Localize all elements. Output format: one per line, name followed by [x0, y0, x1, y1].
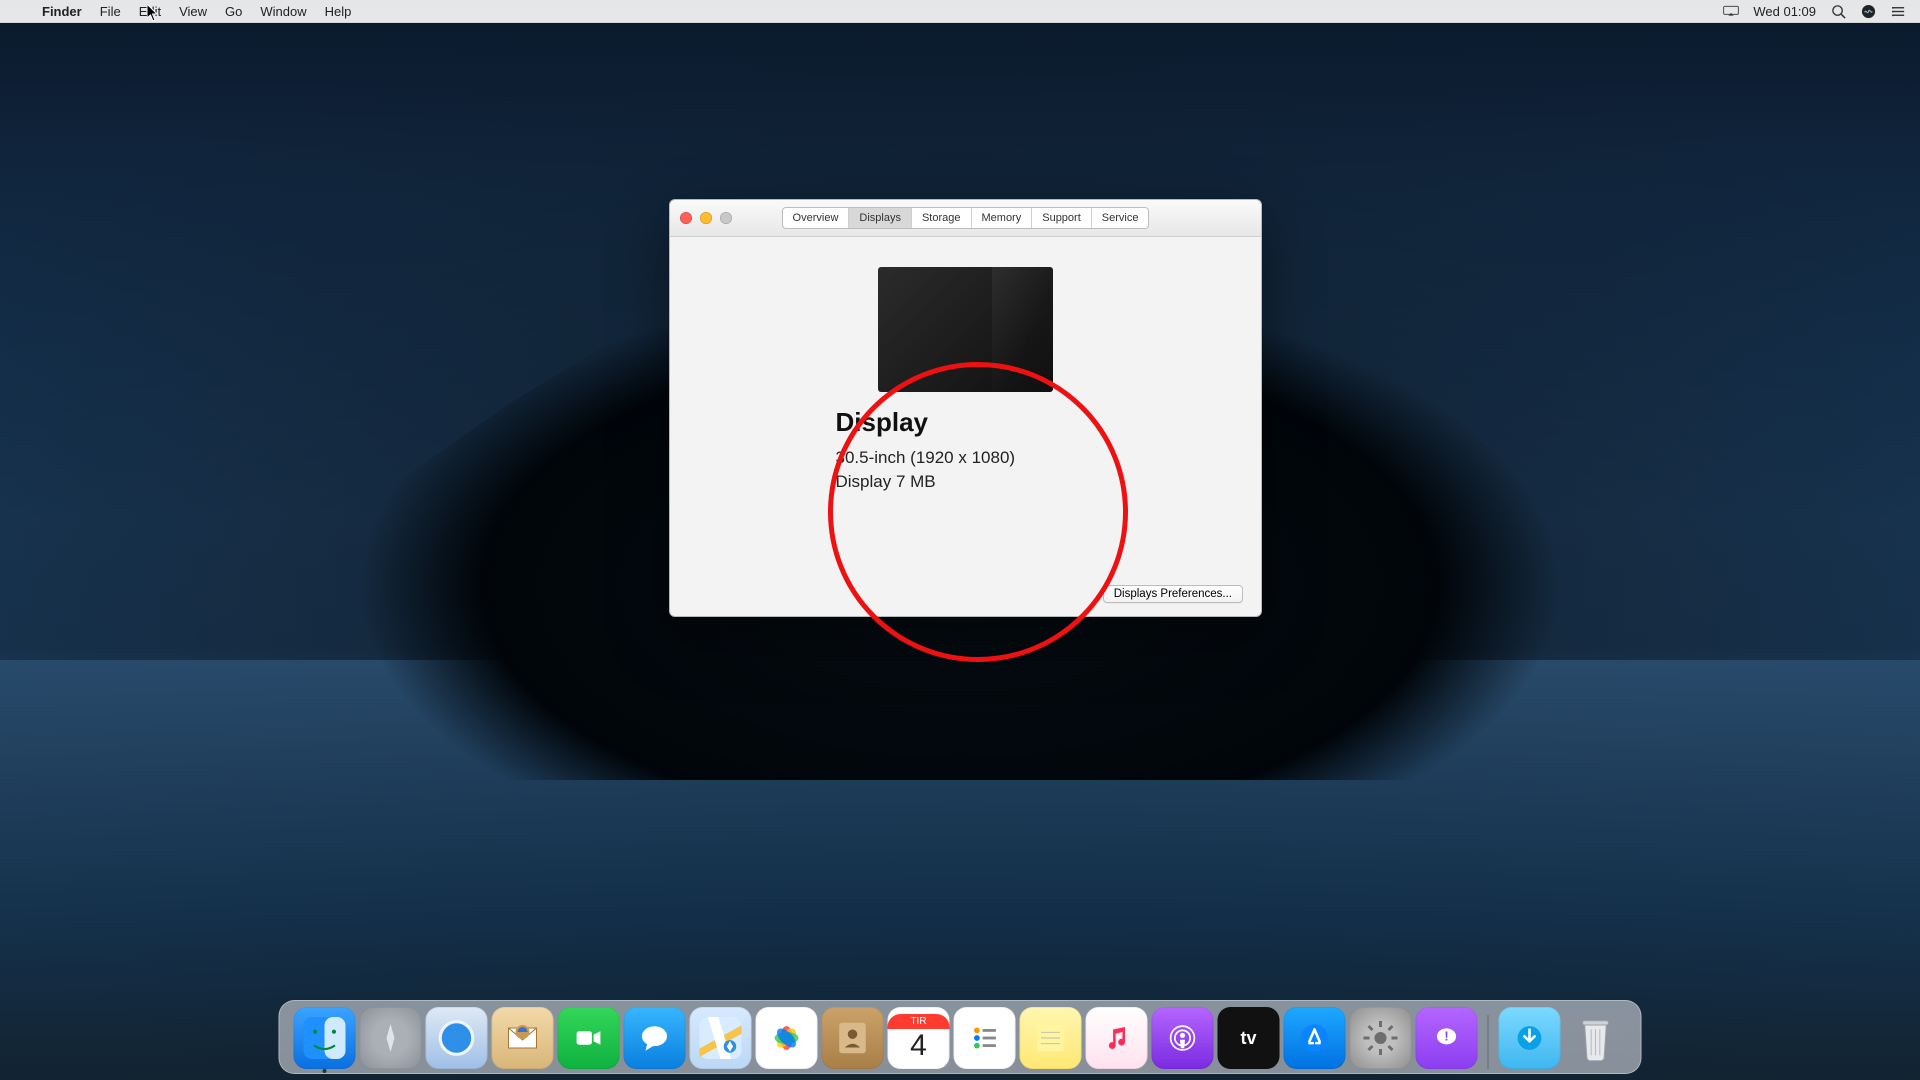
displays-preferences-button[interactable]: Displays Preferences... [1103, 585, 1243, 603]
siri-icon[interactable] [1860, 3, 1876, 19]
dock-app-facetime[interactable] [558, 1007, 620, 1069]
screen-mirroring-icon[interactable] [1723, 3, 1739, 19]
menu-view[interactable]: View [170, 4, 216, 19]
dock-app-notes[interactable] [1020, 1007, 1082, 1069]
display-spec: 30.5-inch (1920 x 1080) [836, 448, 1096, 468]
dock-app-tv[interactable]: tv [1218, 1007, 1280, 1069]
menu-file[interactable]: File [91, 4, 130, 19]
menubar-clock[interactable]: Wed 01:09 [1753, 4, 1816, 19]
dock-app-messages[interactable] [624, 1007, 686, 1069]
dock-downloads-stack[interactable] [1499, 1007, 1561, 1069]
calendar-day-number: 4 [910, 1029, 927, 1063]
menubar: Finder File Edit View Go Window Help Wed… [0, 0, 1920, 23]
window-close-button[interactable] [680, 212, 692, 224]
tab-displays[interactable]: Displays [849, 208, 912, 228]
dock: TIR 4 tv ! [279, 1000, 1642, 1074]
window-titlebar[interactable]: Overview Displays Storage Memory Support… [670, 200, 1261, 237]
dock-app-music[interactable] [1086, 1007, 1148, 1069]
dock-app-finder[interactable] [294, 1007, 356, 1069]
dock-trash[interactable] [1565, 1007, 1627, 1069]
notification-center-icon[interactable] [1890, 3, 1906, 19]
svg-text:!: ! [1444, 1028, 1448, 1043]
display-info-block: Display 30.5-inch (1920 x 1080) Display … [836, 407, 1096, 496]
dock-app-podcasts[interactable] [1152, 1007, 1214, 1069]
tab-overview[interactable]: Overview [783, 208, 850, 228]
about-this-mac-window: Overview Displays Storage Memory Support… [669, 199, 1262, 617]
dock-app-feedback-assistant[interactable]: ! [1416, 1007, 1478, 1069]
dock-app-system-preferences[interactable] [1350, 1007, 1412, 1069]
display-vram: Display 7 MB [836, 472, 1096, 492]
dock-app-reminders[interactable] [954, 1007, 1016, 1069]
dock-app-photos[interactable] [756, 1007, 818, 1069]
display-title: Display [836, 407, 1096, 438]
menubar-app-name[interactable]: Finder [33, 4, 91, 19]
dock-app-appstore[interactable] [1284, 1007, 1346, 1069]
window-minimize-button[interactable] [700, 212, 712, 224]
spotlight-search-icon[interactable] [1830, 3, 1846, 19]
window-tabs: Overview Displays Storage Memory Support… [782, 207, 1150, 229]
dock-separator [1488, 1015, 1489, 1069]
tab-storage[interactable]: Storage [912, 208, 972, 228]
window-zoom-button[interactable] [720, 212, 732, 224]
dock-app-contacts[interactable] [822, 1007, 884, 1069]
dock-app-launchpad[interactable] [360, 1007, 422, 1069]
menu-go[interactable]: Go [216, 4, 251, 19]
menu-window[interactable]: Window [251, 4, 315, 19]
display-thumbnail-icon [878, 267, 1053, 392]
menu-help[interactable]: Help [316, 4, 361, 19]
tab-service[interactable]: Service [1092, 208, 1149, 228]
dock-app-safari[interactable] [426, 1007, 488, 1069]
tab-support[interactable]: Support [1032, 208, 1092, 228]
dock-app-calendar[interactable]: TIR 4 [888, 1007, 950, 1069]
calendar-month-label: TIR [888, 1014, 950, 1029]
dock-app-maps[interactable] [690, 1007, 752, 1069]
mouse-cursor-icon [147, 4, 159, 22]
tab-memory[interactable]: Memory [972, 208, 1033, 228]
dock-app-mail[interactable] [492, 1007, 554, 1069]
